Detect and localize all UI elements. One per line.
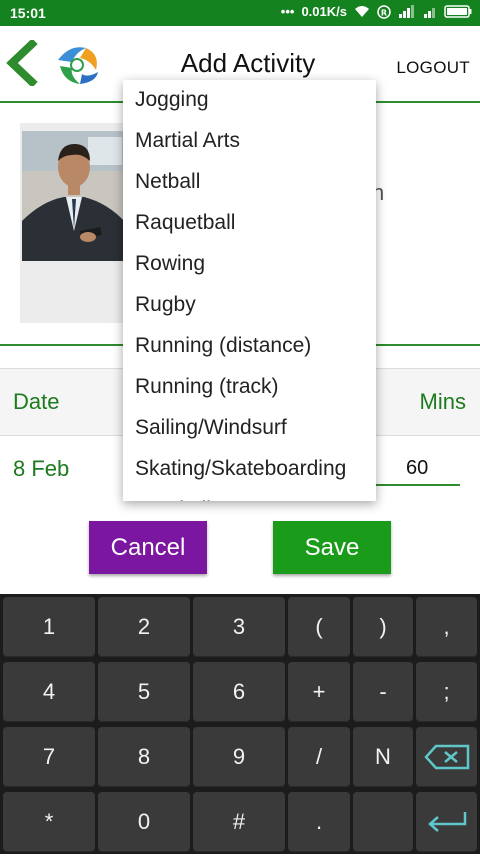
signal-icon <box>399 5 414 18</box>
row-date[interactable]: 8 Feb <box>13 456 69 482</box>
registered-icon: R <box>377 4 391 19</box>
dropdown-option[interactable]: Snorkeling <box>123 489 376 501</box>
dropdown-option[interactable]: Martial Arts <box>123 120 376 161</box>
dropdown-option[interactable]: Rugby <box>123 284 376 325</box>
blank-key[interactable] <box>353 792 413 852</box>
dropdown-option[interactable]: Running (track) <box>123 366 376 407</box>
key-3-3[interactable]: . <box>288 792 350 852</box>
logout-button[interactable]: LOGOUT <box>396 58 470 78</box>
key-0-5[interactable]: , <box>416 597 477 657</box>
dropdown-option[interactable]: Running (distance) <box>123 325 376 366</box>
key-2-2[interactable]: 9 <box>193 727 285 787</box>
key-2-1[interactable]: 8 <box>98 727 190 787</box>
key-1-1[interactable]: 5 <box>98 662 190 722</box>
backspace-key[interactable] <box>416 727 477 787</box>
key-1-3[interactable]: + <box>288 662 350 722</box>
key-2-4[interactable]: N <box>353 727 413 787</box>
column-date: Date <box>13 389 60 414</box>
key-3-0[interactable]: * <box>3 792 95 852</box>
key-0-4[interactable]: ) <box>353 597 413 657</box>
enter-key[interactable] <box>416 792 477 852</box>
key-1-0[interactable]: 4 <box>3 662 95 722</box>
activity-dropdown[interactable]: Jogging Martial Arts Netball Raquetball Rowi… <box>123 80 376 501</box>
network-speed: 0.01K/s <box>301 4 347 19</box>
key-3-1[interactable]: 0 <box>98 792 190 852</box>
activity-dropdown-list: Jogging Martial Arts Netball Raquetball Rowi… <box>123 80 376 501</box>
cancel-button[interactable]: Cancel <box>89 521 207 574</box>
numeric-keyboard: 1 2 3(), 4 5 6 + -; 7 8 9/N * 0 #. <box>0 594 480 854</box>
key-0-1[interactable]: 2 <box>98 597 190 657</box>
enter-icon <box>427 812 466 832</box>
status-bar: 15:01 ••• 0.01K/s R <box>0 0 480 26</box>
key-0-3[interactable]: ( <box>288 597 350 657</box>
key-1-4[interactable]: - <box>353 662 413 722</box>
dropdown-option[interactable]: Skating/Skateboarding <box>123 448 376 489</box>
status-time: 15:01 <box>10 5 46 21</box>
dropdown-option[interactable]: Sailing/Windsurf <box>123 407 376 448</box>
dropdown-option[interactable]: Netball <box>123 161 376 202</box>
dropdown-option[interactable]: Rowing <box>123 243 376 284</box>
status-icons: ••• 0.01K/s R <box>281 4 472 19</box>
key-0-0[interactable]: 1 <box>3 597 95 657</box>
backspace-icon <box>423 744 469 770</box>
key-2-0[interactable]: 7 <box>3 727 95 787</box>
dropdown-option[interactable]: Jogging <box>123 80 376 120</box>
profile-photo <box>22 131 126 261</box>
key-1-2[interactable]: 6 <box>193 662 285 722</box>
save-button[interactable]: Save <box>273 521 391 574</box>
key-2-3[interactable]: / <box>288 727 350 787</box>
signal-icon-2 <box>424 8 435 18</box>
mins-input[interactable] <box>376 452 460 486</box>
column-mins: Mins <box>419 389 466 414</box>
svg-text:R: R <box>381 8 387 17</box>
dropdown-option[interactable]: Raquetball <box>123 202 376 243</box>
key-0-2[interactable]: 3 <box>193 597 285 657</box>
battery-icon <box>444 5 472 18</box>
key-3-2[interactable]: # <box>193 792 285 852</box>
key-1-5[interactable]: ; <box>416 662 477 722</box>
wifi-icon <box>355 6 369 17</box>
more-dots-icon: ••• <box>280 4 295 19</box>
